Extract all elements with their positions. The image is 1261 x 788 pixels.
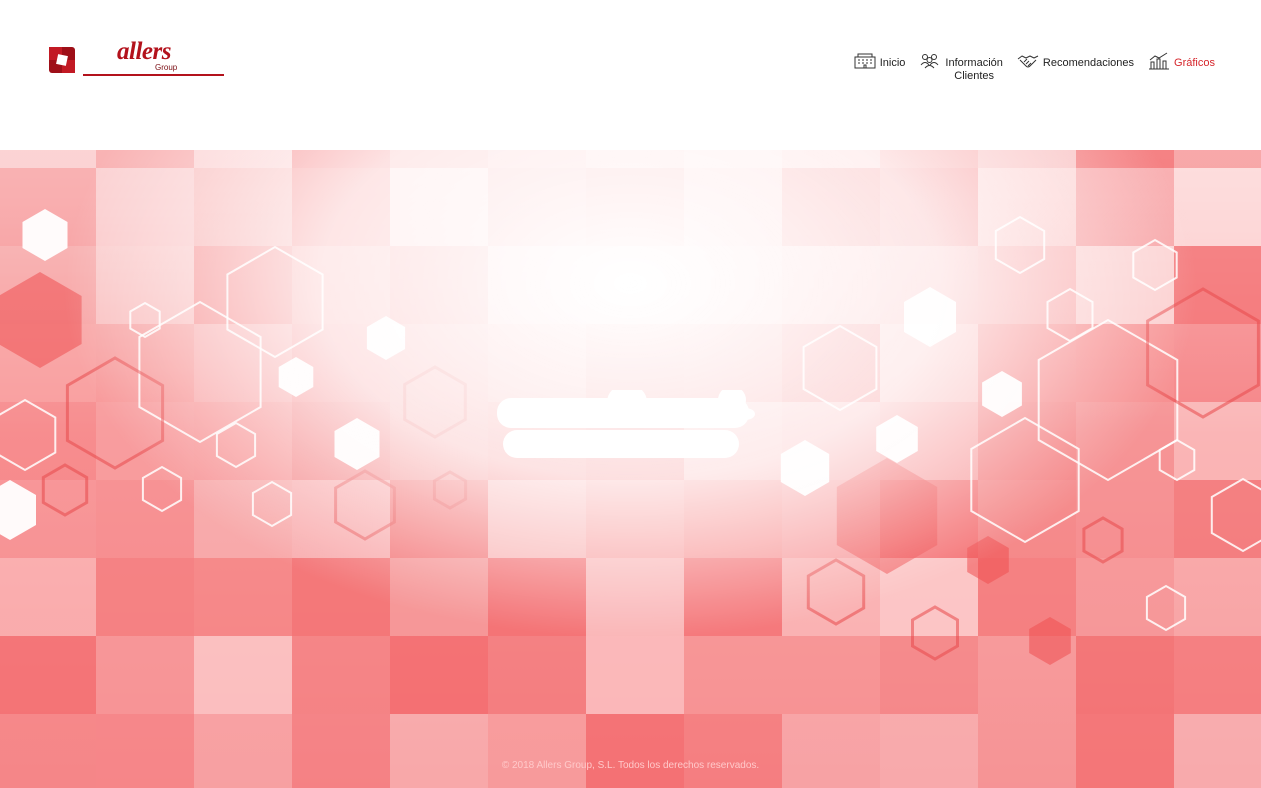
building-icon — [854, 52, 876, 70]
main-nav: Inicio Información Clientes Recomendacio… — [854, 52, 1215, 83]
redaction-graphic — [497, 384, 755, 458]
nav-item-recomendaciones[interactable]: Recomendaciones — [1017, 52, 1134, 70]
logo[interactable]: allers Group — [47, 38, 227, 80]
users-icon — [919, 52, 941, 70]
logo-wordmark: allers — [117, 38, 171, 65]
chart-icon — [1148, 52, 1170, 70]
nav-item-informacion-clientes[interactable]: Información Clientes — [919, 52, 1003, 83]
logo-underline — [83, 74, 224, 76]
nav-label-graficos: Gráficos — [1174, 57, 1215, 69]
header: allers Group Inicio Información Clientes… — [0, 0, 1261, 110]
hero-title-redacted — [497, 384, 755, 460]
page: allers Group Inicio Información Clientes… — [0, 0, 1261, 788]
logo-subtitle: Group — [155, 63, 178, 72]
nav-label-recomendaciones: Recomendaciones — [1042, 57, 1135, 69]
handshake-icon — [1017, 52, 1039, 70]
nav-item-graficos[interactable]: Gráficos — [1148, 52, 1215, 70]
nav-item-inicio[interactable]: Inicio — [854, 52, 906, 70]
nav-label-informacion-clientes: Información Clientes — [945, 57, 1003, 82]
logo-mark-icon — [49, 47, 75, 73]
footer-copyright: © 2018 Allers Group, S.L. Todos los dere… — [501, 760, 760, 771]
nav-label-inicio: Inicio — [879, 57, 906, 69]
